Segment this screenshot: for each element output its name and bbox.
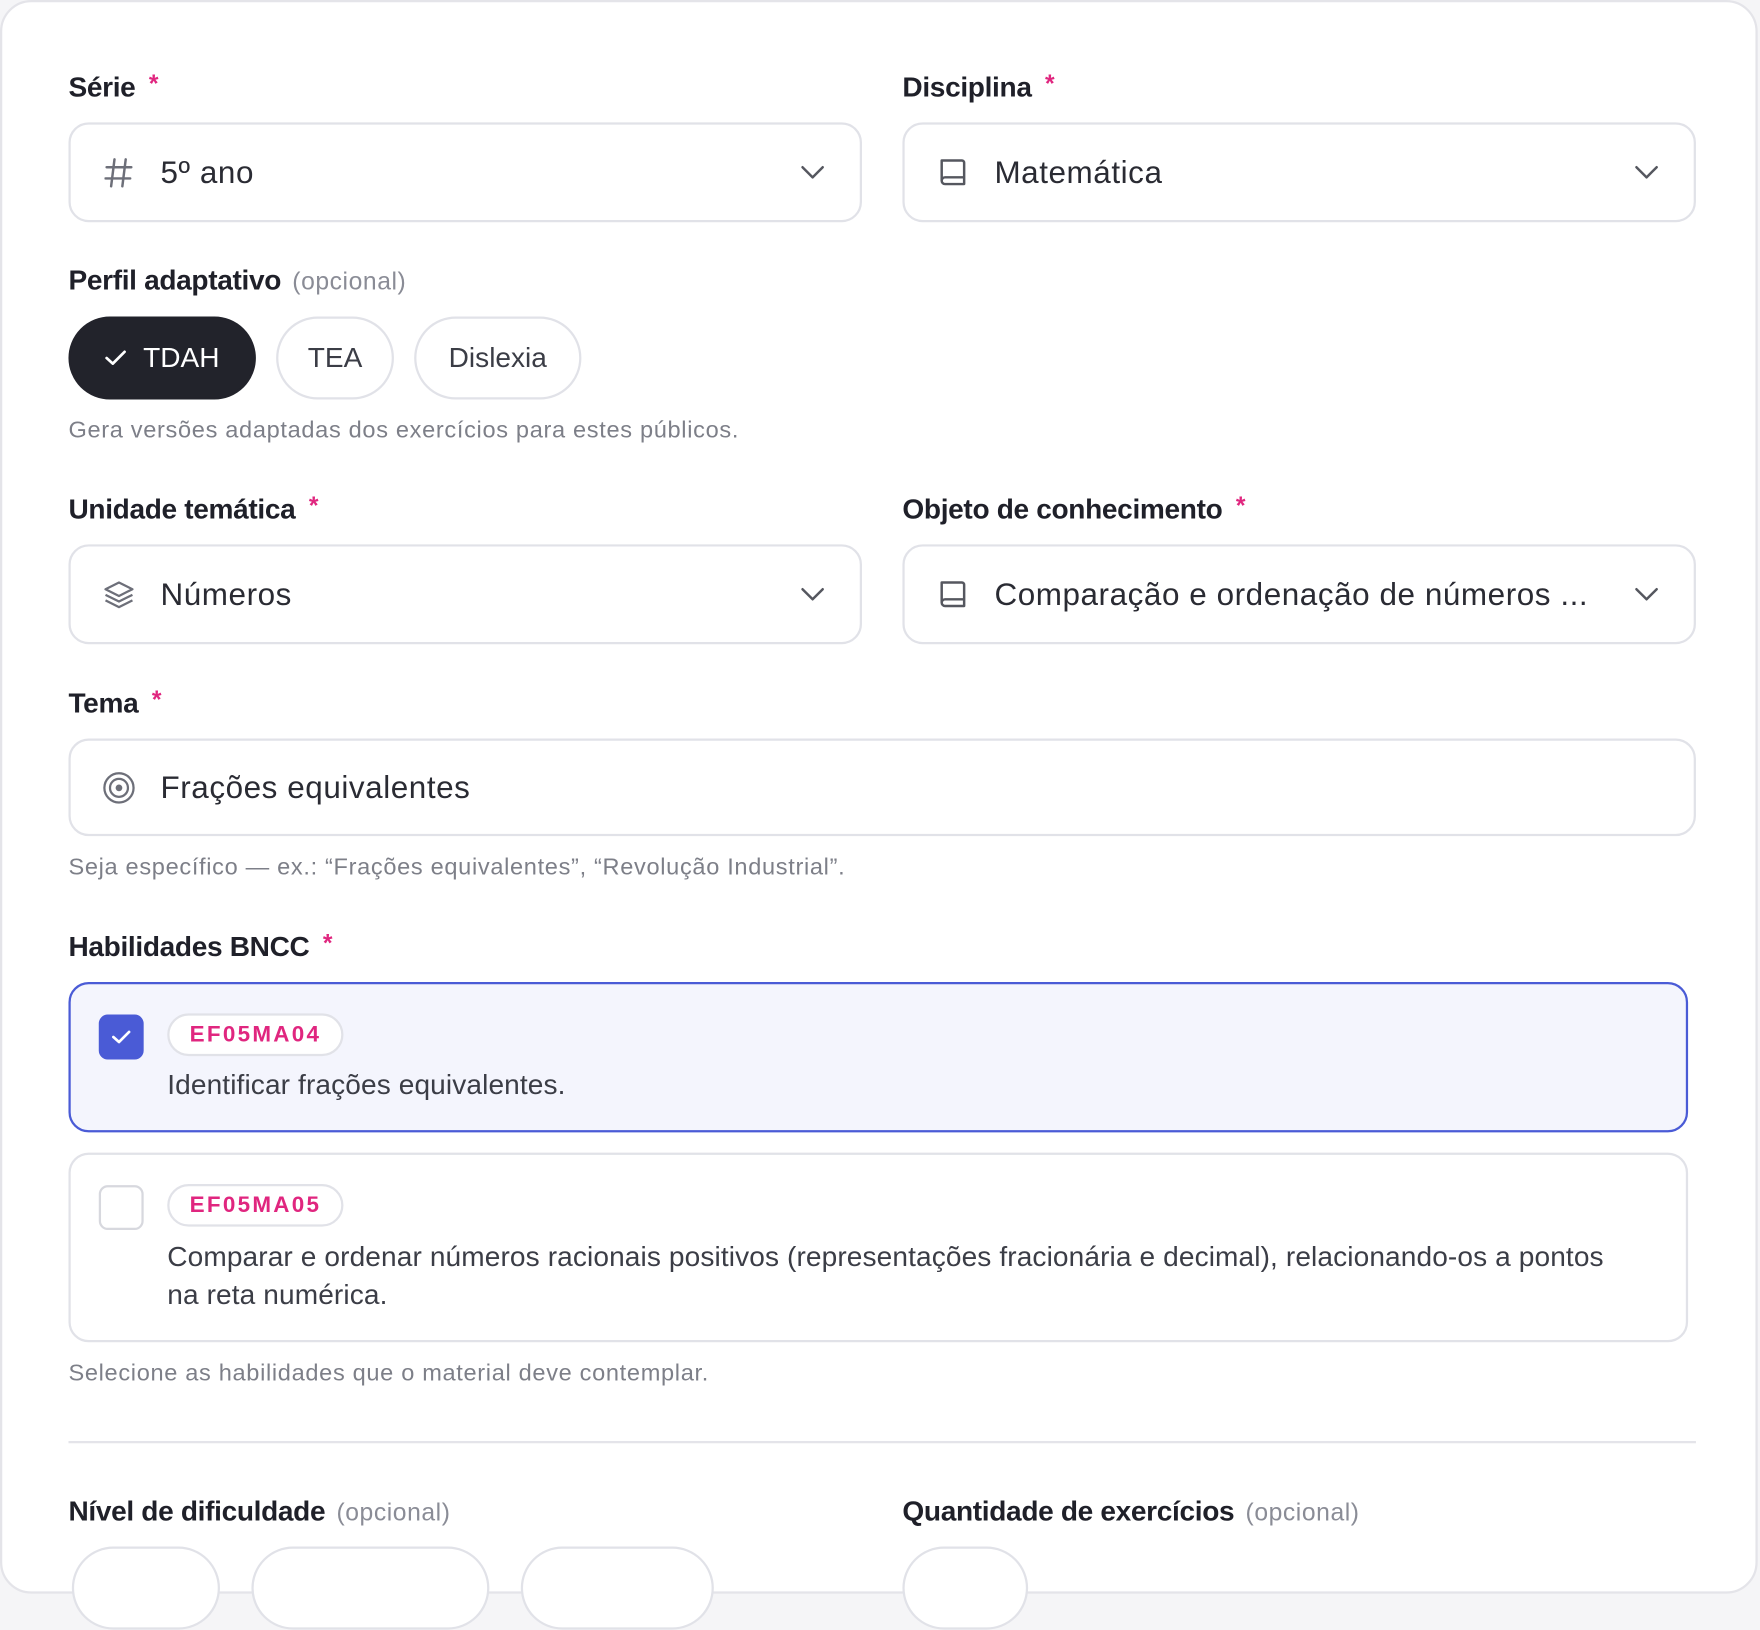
- objeto-select[interactable]: Comparação e ordenação de números ...: [902, 544, 1696, 645]
- quantidade-chip-1[interactable]: [902, 1546, 1029, 1630]
- skill-option-ef05ma04[interactable]: EF05MA04 Identificar frações equivalente…: [68, 982, 1689, 1133]
- nivel-chip-3[interactable]: [520, 1546, 714, 1630]
- unidade-select[interactable]: Números: [68, 544, 863, 645]
- required-marker: *: [308, 491, 319, 520]
- serie-label-text: Série: [68, 71, 136, 104]
- perfil-label: Perfil adaptativo (opcional): [68, 265, 406, 298]
- required-marker: *: [322, 929, 333, 958]
- disciplina-value: Matemática: [994, 154, 1163, 190]
- disciplina-label: Disciplina *: [902, 69, 1055, 105]
- disciplina-label-text: Disciplina: [902, 71, 1032, 104]
- required-marker: *: [151, 685, 162, 714]
- nivel-chip-2[interactable]: [251, 1546, 490, 1630]
- chip-label: Dislexia: [448, 341, 547, 374]
- optional-marker: (opcional): [292, 267, 407, 296]
- optional-marker: (opcional): [1245, 1498, 1360, 1527]
- objeto-value: Comparação e ordenação de números ...: [994, 576, 1589, 612]
- habilidades-label: Habilidades BNCC *: [68, 929, 333, 965]
- skill-option-ef05ma05[interactable]: EF05MA05 Comparar e ordenar números raci…: [68, 1152, 1689, 1343]
- section-divider: [68, 1441, 1696, 1444]
- optional-marker: (opcional): [336, 1498, 451, 1527]
- tema-input[interactable]: Frações equivalentes: [68, 738, 1696, 837]
- required-marker: *: [1235, 491, 1246, 520]
- habilidades-help-text: Selecione as habilidades que o material …: [68, 1360, 709, 1387]
- nivel-chip-1[interactable]: [71, 1546, 220, 1630]
- form-card: Série * 5º ano Disciplina * Matemática P…: [0, 0, 1758, 1630]
- check-icon: [105, 349, 127, 367]
- chip-dislexia[interactable]: Dislexia: [414, 316, 582, 400]
- skill-code-badge: EF05MA05: [167, 1184, 344, 1227]
- tema-label-text: Tema: [68, 687, 139, 720]
- chevron-down-icon: [797, 157, 828, 188]
- skill-checkbox[interactable]: [98, 1014, 144, 1060]
- disciplina-select[interactable]: Matemática: [902, 122, 1696, 223]
- skill-description: Comparar e ordenar números racionais pos…: [167, 1241, 1604, 1311]
- chip-tea[interactable]: TEA: [276, 316, 394, 400]
- serie-label: Série *: [68, 69, 159, 105]
- nivel-label-text: Nível de dificuldade: [68, 1496, 326, 1528]
- skill-description: Identificar frações equivalentes.: [167, 1069, 566, 1101]
- book-icon: [936, 577, 970, 611]
- book-icon: [936, 155, 970, 189]
- required-marker: *: [148, 69, 159, 98]
- tema-value: Frações equivalentes: [160, 769, 471, 805]
- hash-icon: [102, 155, 136, 189]
- chip-tdah[interactable]: TDAH: [68, 316, 256, 400]
- chip-label: TDAH: [143, 341, 220, 374]
- tema-label: Tema *: [68, 685, 162, 721]
- tema-help-text: Seja específico — ex.: “Frações equivale…: [68, 854, 846, 880]
- chevron-down-icon: [797, 579, 828, 610]
- perfil-label-text: Perfil adaptativo: [68, 264, 282, 297]
- nivel-label: Nível de dificuldade (opcional): [68, 1496, 450, 1529]
- serie-select[interactable]: 5º ano: [68, 122, 863, 223]
- page: Série * 5º ano Disciplina * Matemática P…: [0, 0, 1760, 1630]
- habilidades-label-text: Habilidades BNCC: [68, 931, 310, 963]
- serie-value: 5º ano: [160, 154, 254, 190]
- chevron-down-icon: [1631, 579, 1662, 610]
- skill-code-badge: EF05MA04: [167, 1013, 344, 1057]
- unidade-label-text: Unidade temática: [68, 493, 296, 526]
- quantidade-label: Quantidade de exercícios (opcional): [902, 1496, 1359, 1529]
- chevron-down-icon: [1631, 157, 1662, 188]
- quantidade-label-text: Quantidade de exercícios: [902, 1496, 1235, 1528]
- skill-checkbox[interactable]: [98, 1185, 144, 1231]
- chip-label: TEA: [307, 341, 363, 374]
- unidade-label: Unidade temática *: [68, 491, 319, 527]
- objeto-label-text: Objeto de conhecimento: [902, 493, 1223, 526]
- required-marker: *: [1045, 69, 1055, 98]
- unidade-value: Números: [160, 576, 292, 612]
- perfil-help-text: Gera versões adaptadas dos exercícios pa…: [68, 417, 740, 444]
- target-icon: [102, 770, 136, 804]
- layers-icon: [102, 577, 136, 611]
- objeto-label: Objeto de conhecimento *: [902, 491, 1246, 527]
